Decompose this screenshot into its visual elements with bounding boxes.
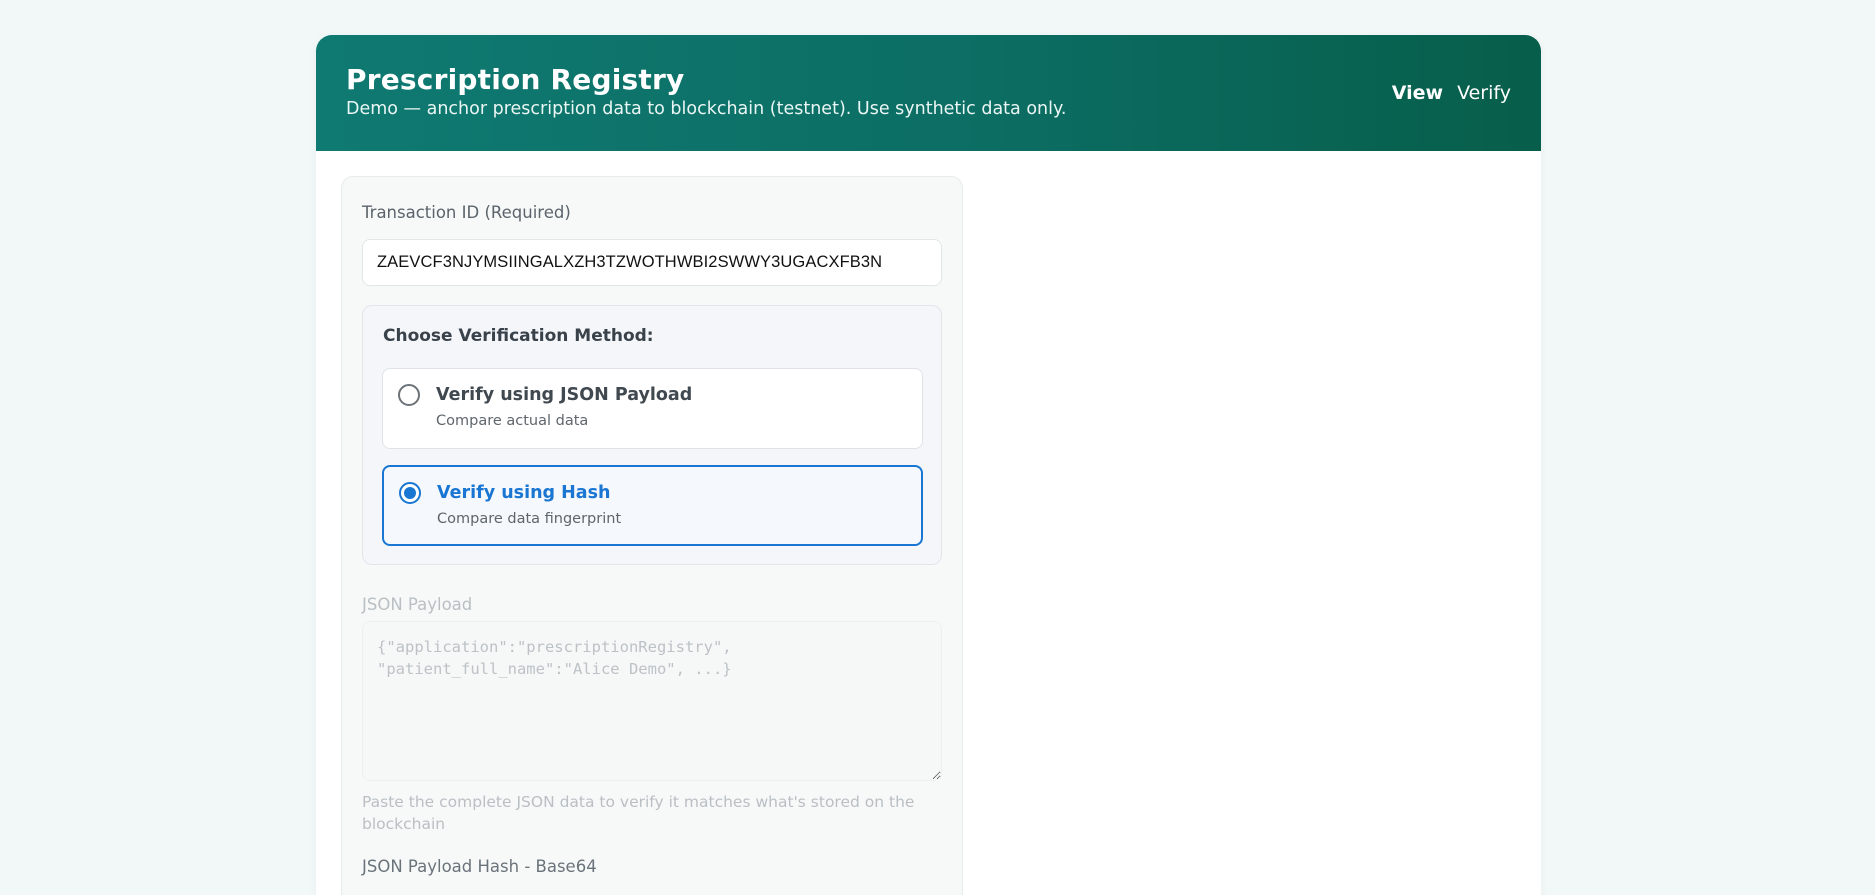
app-header: Prescription Registry Demo — anchor pres… [316,35,1541,151]
option-json-payload[interactable]: Verify using JSON Payload Compare actual… [382,368,923,449]
nav-view-link[interactable]: View [1392,82,1443,104]
option-json-payload-title: Verify using JSON Payload [436,385,693,405]
option-json-payload-desc: Compare actual data [436,413,589,429]
json-payload-help: Paste the complete JSON data to verify i… [362,793,915,833]
page-subtitle: Demo — anchor prescription data to block… [346,99,1067,119]
page-title: Prescription Registry [346,63,685,96]
json-payload-textarea[interactable] [362,621,942,781]
transaction-id-label: Transaction ID (Required) [362,203,571,222]
option-hash-title: Verify using Hash [437,483,611,503]
json-payload-label: JSON Payload [362,595,473,614]
option-hash[interactable]: Verify using Hash Compare data fingerpri… [382,465,923,546]
verification-method-group: Choose Verification Method: Verify using… [362,305,942,565]
verify-form-card: Transaction ID (Required) Choose Verific… [341,176,963,895]
top-nav: View Verify [1392,82,1511,104]
verification-method-title: Choose Verification Method: [383,326,654,346]
json-payload-hash-label: JSON Payload Hash - Base64 [362,857,597,876]
radio-json-payload[interactable] [398,384,420,406]
nav-verify-link[interactable]: Verify [1457,82,1511,104]
app-container: Prescription Registry Demo — anchor pres… [316,35,1541,895]
transaction-id-input[interactable] [362,239,942,286]
radio-hash[interactable] [399,482,421,504]
option-hash-desc: Compare data fingerprint [437,511,622,527]
